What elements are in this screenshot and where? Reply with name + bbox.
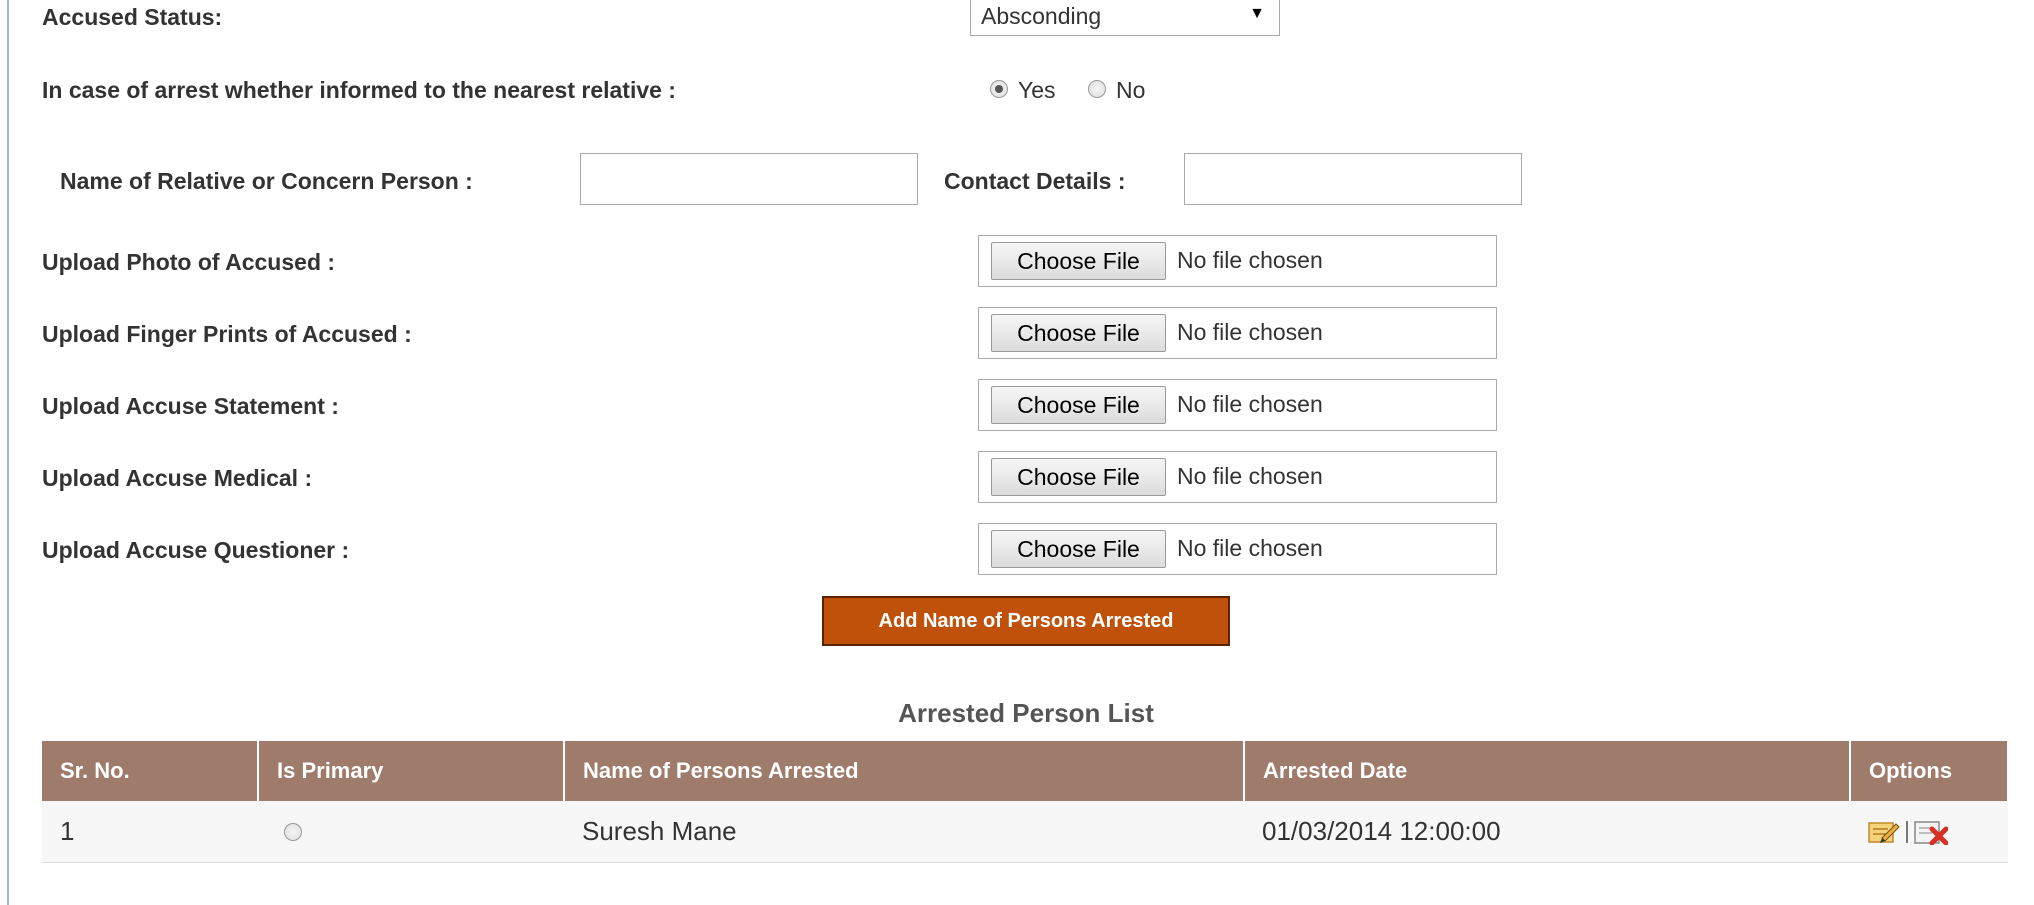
file-status: No file chosen: [1177, 247, 1323, 273]
add-persons-arrested-button[interactable]: Add Name of Persons Arrested: [822, 596, 1230, 646]
delete-icon[interactable]: [1914, 819, 1948, 845]
upload-statement-label: Upload Accuse Statement :: [42, 393, 339, 419]
cell-is-primary: [258, 801, 564, 863]
choose-file-button[interactable]: Choose File: [991, 242, 1166, 280]
informed-no-label: No: [1116, 77, 1146, 103]
upload-statement-file-input[interactable]: Choose File No file chosen: [978, 379, 1497, 431]
upload-photo-file-input[interactable]: Choose File No file chosen: [978, 235, 1497, 287]
is-primary-radio[interactable]: [284, 822, 302, 841]
col-header-options: Options: [1850, 741, 2009, 801]
cell-arrested-date: 01/03/2014 12:00:00: [1244, 801, 1850, 863]
informed-yes-label: Yes: [1018, 77, 1056, 103]
upload-questioner-file-input[interactable]: Choose File No file chosen: [978, 523, 1497, 575]
cell-sr-no: 1: [42, 801, 258, 863]
choose-file-button[interactable]: Choose File: [991, 458, 1166, 496]
choose-file-button[interactable]: Choose File: [991, 314, 1166, 352]
dropdown-arrow-icon: ▼: [1249, 5, 1265, 22]
options-icons: [1868, 819, 1990, 845]
informed-no-radio[interactable]: [1088, 80, 1106, 98]
upload-questioner-label: Upload Accuse Questioner :: [42, 537, 350, 563]
contact-details-label: Contact Details :: [944, 168, 1126, 194]
arrested-person-list-title: Arrested Person List: [898, 698, 1154, 728]
arrested-person-table: Sr. No. Is Primary Name of Persons Arres…: [42, 741, 2009, 863]
file-status: No file chosen: [1177, 535, 1323, 561]
upload-photo-label: Upload Photo of Accused :: [42, 249, 336, 275]
table-header-row: Sr. No. Is Primary Name of Persons Arres…: [42, 741, 2009, 801]
col-header-sr-no: Sr. No.: [42, 741, 259, 801]
accused-status-select[interactable]: Absconding ▼: [970, 0, 1280, 36]
upload-medical-label: Upload Accuse Medical :: [42, 465, 313, 491]
upload-fingerprints-label: Upload Finger Prints of Accused :: [42, 321, 412, 347]
col-header-is-primary: Is Primary: [258, 741, 565, 801]
file-status: No file chosen: [1177, 391, 1323, 417]
table-row: 1 Suresh Mane 01/03/2014 12:00:00: [42, 801, 2008, 863]
contact-details-input[interactable]: [1184, 153, 1522, 205]
accused-status-value: Absconding: [981, 3, 1102, 29]
left-border: [7, 0, 9, 905]
cell-name: Suresh Mane: [564, 801, 1244, 863]
file-status: No file chosen: [1177, 319, 1323, 345]
upload-fingerprints-file-input[interactable]: Choose File No file chosen: [978, 307, 1497, 359]
options-separator: [1906, 820, 1908, 843]
upload-medical-file-input[interactable]: Choose File No file chosen: [978, 451, 1497, 503]
choose-file-button[interactable]: Choose File: [991, 386, 1166, 424]
relative-name-label: Name of Relative or Concern Person :: [60, 168, 473, 194]
informed-relative-label: In case of arrest whether informed to th…: [42, 77, 676, 103]
informed-yes-radio[interactable]: [990, 80, 1008, 98]
file-status: No file chosen: [1177, 463, 1323, 489]
edit-icon[interactable]: [1868, 820, 1900, 844]
col-header-name: Name of Persons Arrested: [564, 741, 1245, 801]
cell-options: [1850, 801, 2008, 863]
choose-file-button[interactable]: Choose File: [991, 530, 1166, 568]
col-header-arrested-date: Arrested Date: [1244, 741, 1851, 801]
accused-status-label: Accused Status:: [42, 4, 223, 30]
relative-name-input[interactable]: [580, 153, 918, 205]
